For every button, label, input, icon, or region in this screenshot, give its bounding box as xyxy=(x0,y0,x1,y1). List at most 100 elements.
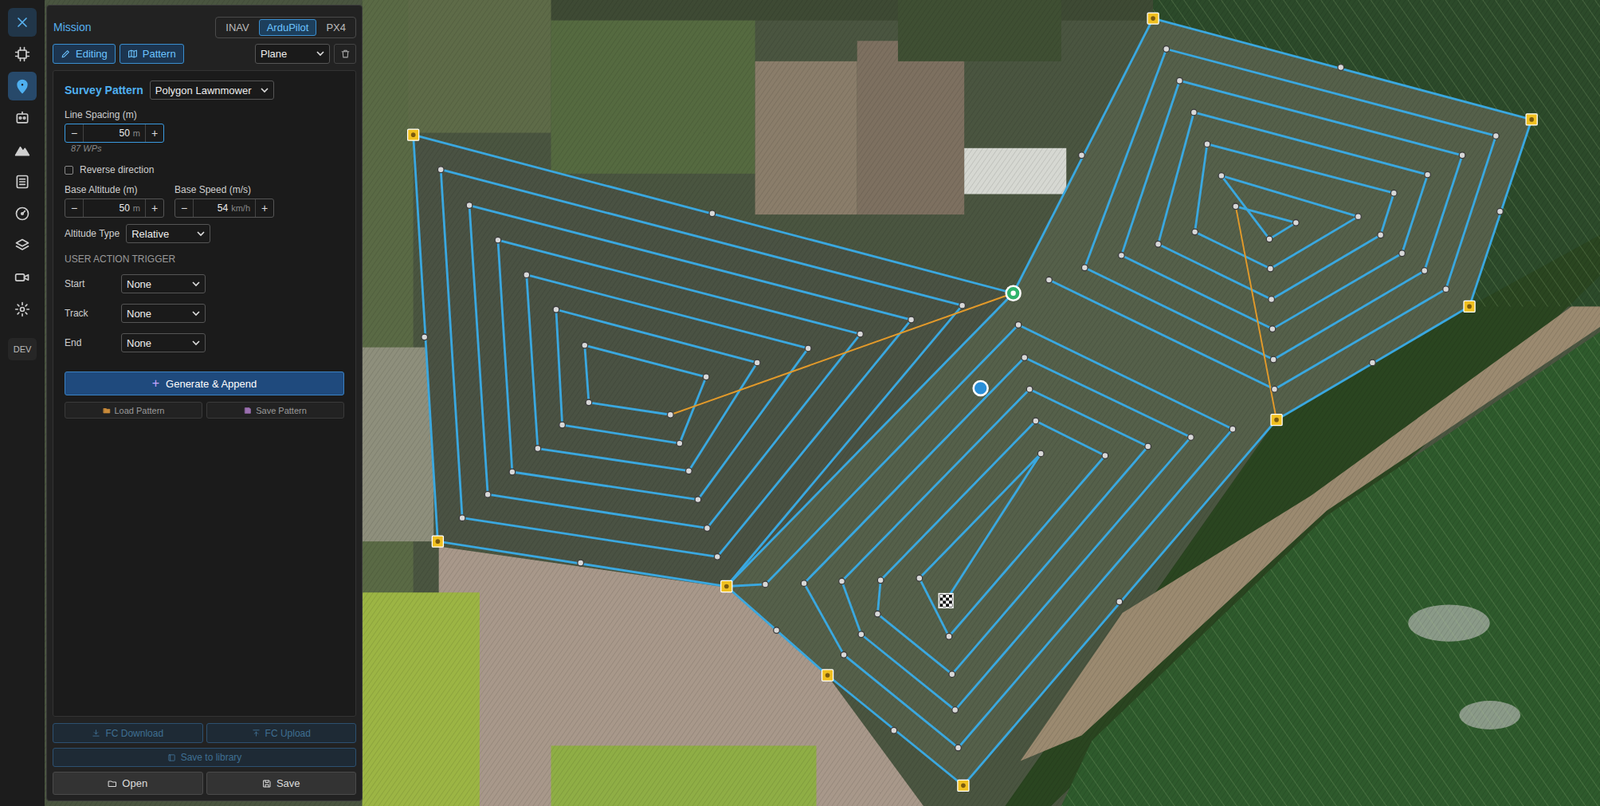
base-speed-stepper: −54km/h+ xyxy=(174,198,275,218)
graphic-part xyxy=(1377,231,1385,239)
graphic-part xyxy=(1010,290,1016,296)
sidebar-item[interactable] xyxy=(7,167,37,197)
sidebar-item[interactable] xyxy=(7,262,37,292)
graphic-part xyxy=(559,421,566,428)
graphic-part xyxy=(1390,189,1397,197)
trigger-select[interactable]: None xyxy=(121,333,206,353)
graphic-part xyxy=(1015,321,1022,329)
toolbar: Editing Pattern Plane xyxy=(52,43,357,64)
decrement-button[interactable]: − xyxy=(175,199,193,217)
sidebar-item[interactable] xyxy=(7,294,37,324)
graphic-part xyxy=(1061,331,1600,806)
pattern-button[interactable]: Pattern xyxy=(119,43,185,64)
close-button[interactable] xyxy=(7,7,37,37)
base-speed-group: Base Speed (m/s)−54km/h+ xyxy=(174,184,275,218)
graphic-part xyxy=(15,302,30,317)
graphic-part xyxy=(1270,356,1277,363)
chevron-icon xyxy=(192,310,200,317)
graphic-part xyxy=(16,176,28,189)
graphic-part xyxy=(93,729,99,736)
folder-icon xyxy=(107,778,118,789)
trigger-label: Start xyxy=(64,278,122,290)
save-to-library-button[interactable]: Save to library xyxy=(52,747,357,767)
firmware-tab[interactable]: PX4 xyxy=(317,19,354,36)
reverse-direction[interactable]: Reverse direction xyxy=(64,163,345,177)
graphic-part xyxy=(1078,152,1086,159)
increment-button[interactable]: + xyxy=(255,199,274,217)
graphic-part xyxy=(0,0,1600,806)
robot-icon xyxy=(14,109,31,126)
graphic-part xyxy=(1190,109,1197,116)
graphic-part xyxy=(14,46,31,63)
graphic-part xyxy=(1011,290,1016,296)
trigger-label: End xyxy=(64,337,122,349)
vehicle-select[interactable]: Plane xyxy=(254,43,330,64)
gear-icon xyxy=(14,301,31,318)
open-button[interactable]: Open xyxy=(52,771,204,795)
graphic-part xyxy=(577,559,585,566)
altitude-type-select[interactable]: Relative xyxy=(125,223,211,244)
trigger-select-value: None xyxy=(126,307,152,320)
button-label: Editing xyxy=(75,47,108,60)
graphic-part xyxy=(168,753,174,760)
editing-button[interactable]: Editing xyxy=(52,43,116,64)
disk-icon xyxy=(243,406,252,415)
stepper-field[interactable]: 54km/h xyxy=(192,199,256,217)
graphic-part xyxy=(15,274,25,281)
increment-button[interactable]: + xyxy=(145,199,164,217)
reverse-checkbox[interactable] xyxy=(64,165,74,175)
chevron-icon xyxy=(260,87,269,94)
graphic-part xyxy=(908,316,915,323)
graphic-part xyxy=(20,307,25,312)
firmware-tab[interactable]: INAV xyxy=(217,19,257,36)
graphic-part xyxy=(109,780,117,787)
graphic-part xyxy=(192,282,200,286)
decrement-button[interactable]: − xyxy=(65,124,83,142)
gauge-icon xyxy=(14,205,31,222)
decrement-button[interactable]: − xyxy=(65,199,83,217)
graphic-part xyxy=(14,14,31,31)
stepper-field[interactable]: 50m xyxy=(82,199,146,217)
graphic-part xyxy=(252,729,259,736)
sidebar-item[interactable] xyxy=(7,199,37,228)
fc-download-button[interactable]: FC Download xyxy=(52,722,204,743)
trigger-select[interactable]: None xyxy=(121,303,206,323)
graphic-part xyxy=(877,576,884,584)
delete-button[interactable] xyxy=(333,43,357,64)
mountain-icon xyxy=(14,141,31,158)
graphic-part xyxy=(581,341,589,349)
map-icon xyxy=(127,48,138,59)
graphic-part xyxy=(340,48,351,59)
base-altitude-stepper: −50m+ xyxy=(64,198,165,218)
sidebar-item[interactable] xyxy=(7,39,37,69)
trigger-select[interactable]: None xyxy=(121,274,206,294)
stepper-unit: m xyxy=(133,128,141,138)
graphic-part xyxy=(1101,452,1109,459)
generate-button[interactable]: +Generate & Append xyxy=(64,371,345,396)
sidebar-item[interactable] xyxy=(7,103,37,133)
graphic-part xyxy=(1421,267,1428,275)
sidebar-item[interactable] xyxy=(7,71,37,101)
sidebar-item[interactable] xyxy=(7,231,37,260)
fc-upload-button[interactable]: FC Upload xyxy=(206,722,357,743)
graphic-part xyxy=(874,610,881,617)
load-pattern-button[interactable]: Load Pattern xyxy=(64,401,203,419)
sidebar-item[interactable] xyxy=(7,135,37,165)
firmware-tab[interactable]: ArduPilot xyxy=(258,19,318,36)
survey-type-select-value: Polygon Lawnmower xyxy=(155,84,252,97)
graphic-part xyxy=(169,753,171,760)
library-icon xyxy=(167,752,177,762)
increment-button[interactable]: + xyxy=(145,124,164,142)
dev-button[interactable]: DEV xyxy=(7,337,37,361)
stepper-field[interactable]: 50m xyxy=(82,124,146,142)
survey-type-select[interactable]: Polygon Lawnmower xyxy=(149,80,275,100)
graphic-part xyxy=(60,48,71,59)
save-button[interactable]: Save xyxy=(206,771,357,795)
line-spacing-stepper: −50m+ xyxy=(64,123,165,143)
graphic-part xyxy=(858,631,865,638)
save-pattern-button[interactable]: Save Pattern xyxy=(206,401,345,419)
graphic-part xyxy=(702,373,710,381)
graphic-part xyxy=(1529,117,1534,122)
fc-buttons: FC DownloadFC Upload xyxy=(52,722,357,743)
graphic-part xyxy=(959,301,966,309)
